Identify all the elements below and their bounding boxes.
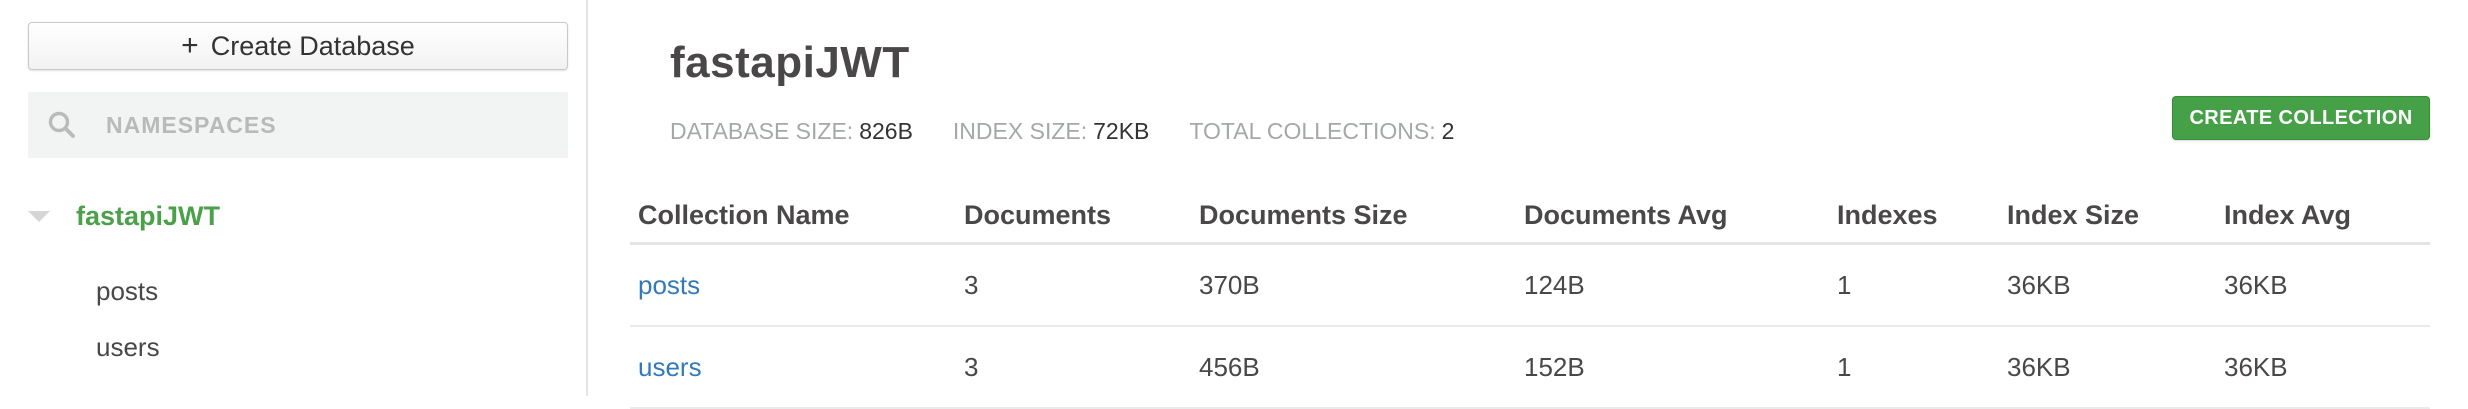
table-cell: 124B	[1516, 243, 1829, 327]
table-cell: 370B	[1191, 243, 1516, 327]
collections-table: Collection Name Documents Documents Size…	[630, 188, 2430, 409]
column-header[interactable]: Documents Size	[1191, 188, 1516, 245]
plus-icon: +	[181, 29, 199, 62]
database-stats: DATABASE SIZE: 826B INDEX SIZE: 72KB TOTAL…	[670, 118, 1494, 145]
table-row: posts 3 370B 124B 1 36KB 36KB	[630, 243, 2430, 327]
stat-label: DATABASE SIZE:	[670, 118, 854, 144]
stat-value: 2	[1441, 118, 1455, 144]
column-header[interactable]: Index Size	[1999, 188, 2216, 245]
create-collection-button[interactable]: CREATE COLLECTION	[2172, 96, 2430, 140]
column-header[interactable]: Documents	[956, 188, 1191, 245]
table-cell: 36KB	[1999, 243, 2216, 327]
sidebar: + Create Database fastapiJWT posts users	[0, 0, 588, 396]
database-name: fastapiJWT	[76, 200, 221, 231]
create-database-button[interactable]: + Create Database	[28, 22, 568, 70]
stat-total-collections: TOTAL COLLECTIONS: 2	[1189, 118, 1454, 145]
stat-label: INDEX SIZE:	[952, 118, 1088, 144]
column-header[interactable]: Collection Name	[630, 188, 956, 245]
page-title: fastapiJWT	[670, 38, 910, 87]
namespace-search	[28, 92, 568, 158]
column-header[interactable]: Documents Avg	[1516, 188, 1829, 245]
create-database-label: Create Database	[210, 30, 415, 61]
sidebar-item-posts[interactable]: posts	[96, 276, 158, 307]
stat-database-size: DATABASE SIZE: 826B	[670, 118, 913, 145]
stat-value: 72KB	[1093, 118, 1150, 144]
collection-link[interactable]: posts	[630, 243, 956, 327]
caret-down-icon[interactable]	[28, 210, 50, 222]
sidebar-item-database[interactable]: fastapiJWT	[28, 196, 220, 236]
main-panel: fastapiJWT DATABASE SIZE: 826B INDEX SIZE…	[588, 0, 2468, 409]
search-icon	[48, 111, 75, 138]
column-header[interactable]: Index Avg	[2216, 188, 2430, 245]
stat-label: TOTAL COLLECTIONS:	[1189, 118, 1436, 144]
stat-value: 826B	[859, 118, 913, 144]
table-cell: 3	[956, 243, 1191, 327]
table-header-row: Collection Name Documents Documents Size…	[630, 188, 2430, 245]
table-cell: 1	[1829, 243, 1999, 327]
table-cell: 36KB	[2216, 243, 2430, 327]
search-input[interactable]	[104, 110, 548, 140]
app-window: + Create Database fastapiJWT posts users…	[0, 0, 2468, 409]
column-header[interactable]: Indexes	[1829, 188, 1999, 245]
stat-index-size: INDEX SIZE: 72KB	[953, 118, 1149, 145]
sidebar-item-users[interactable]: users	[96, 332, 160, 363]
